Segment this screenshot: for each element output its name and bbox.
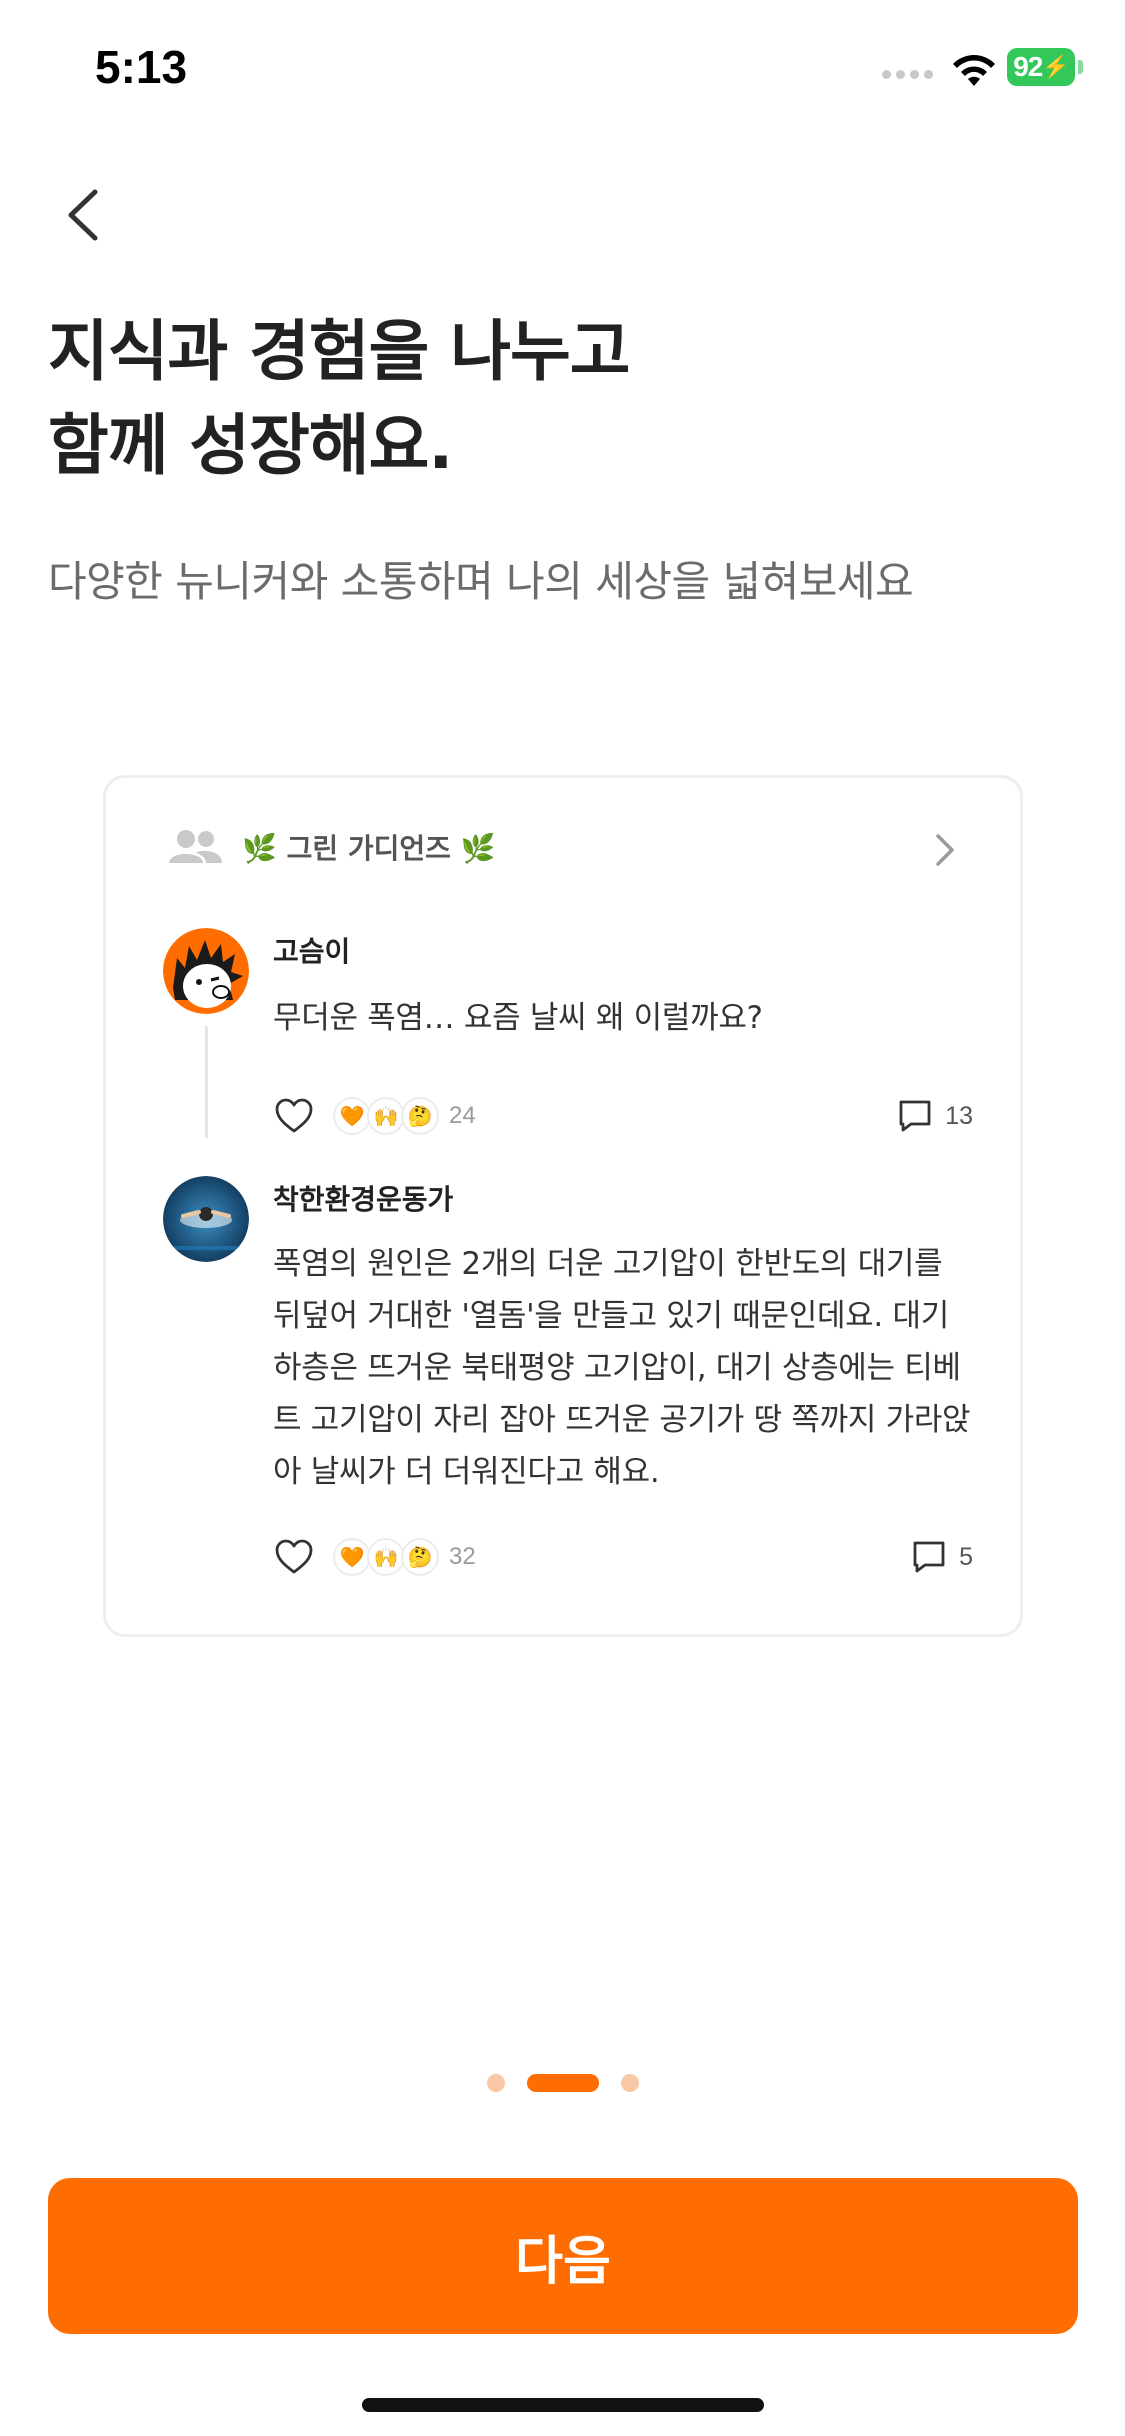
reaction-emoji: 🧡 bbox=[333, 1538, 371, 1576]
heart-icon[interactable] bbox=[273, 1537, 315, 1577]
page-dot-active bbox=[526, 2074, 599, 2092]
comment-button[interactable]: 13 bbox=[897, 1098, 973, 1134]
page-dot bbox=[486, 2074, 505, 2092]
hedgehog-avatar-icon bbox=[163, 928, 249, 1014]
reaction-emoji: 🤔 bbox=[401, 1538, 439, 1576]
cellular-signal-icon bbox=[882, 70, 933, 79]
page-title: 지식과 경험을 나누고 함께 성장해요. bbox=[48, 305, 1048, 493]
page-title-line-1: 지식과 경험을 나누고 bbox=[48, 313, 630, 390]
post-actions: 🧡 🙌 🤔 24 13 bbox=[273, 1092, 973, 1140]
reaction-emoji: 🙌 bbox=[367, 1538, 405, 1576]
thread-line bbox=[205, 1026, 208, 1138]
page-indicator bbox=[0, 2074, 1125, 2092]
avatar[interactable] bbox=[163, 928, 249, 1014]
comment-count: 5 bbox=[959, 1542, 973, 1571]
post-text: 폭염의 원인은 2개의 더운 고기압이 한반도의 대기를 뒤덮어 거대한 '열돔… bbox=[273, 1246, 971, 1490]
battery-cap bbox=[1078, 60, 1083, 74]
group-people-icon bbox=[169, 830, 222, 863]
page-dot bbox=[620, 2074, 639, 2092]
next-button[interactable]: 다음 bbox=[48, 2178, 1078, 2334]
home-indicator[interactable] bbox=[362, 2398, 764, 2412]
comment-icon bbox=[913, 1541, 945, 1573]
reaction-count: 32 bbox=[449, 1543, 476, 1570]
reaction-stack[interactable]: 🧡 🙌 🤔 32 bbox=[333, 1538, 476, 1576]
community-preview-card: 🌿 그린 가디언즈 🌿 고슴이 무더운 폭염… 요즘 날씨 왜 이럴까요? 🧡 … bbox=[103, 775, 1023, 1637]
comment-button[interactable]: 5 bbox=[911, 1539, 973, 1575]
reaction-emoji: 🧡 bbox=[333, 1097, 371, 1135]
group-name: 🌿 그린 가디언즈 🌿 bbox=[242, 832, 496, 865]
post-author: 고슴이 bbox=[273, 935, 351, 968]
heart-icon[interactable] bbox=[273, 1096, 315, 1136]
onboarding-screen: 5:13 92 ⚡ 지식과 경험을 나누고 함께 성장해요. 다양한 뉴니커와 소… bbox=[0, 0, 1125, 2436]
group-header[interactable]: 🌿 그린 가디언즈 🌿 bbox=[166, 822, 502, 872]
reaction-emoji: 🙌 bbox=[367, 1097, 405, 1135]
battery-level: 92 bbox=[1013, 51, 1043, 82]
back-chevron-icon[interactable] bbox=[55, 180, 115, 250]
page-subtitle: 다양한 뉴니커와 소통하며 나의 세상을 넓혀보세요 bbox=[48, 557, 914, 606]
status-time: 5:13 bbox=[95, 41, 188, 93]
chevron-right-icon[interactable] bbox=[930, 830, 960, 870]
battery-indicator: 92 ⚡ bbox=[1007, 48, 1075, 86]
post-actions: 🧡 🙌 🤔 32 5 bbox=[273, 1533, 973, 1581]
post-text: 무더운 폭염… 요즘 날씨 왜 이럴까요? bbox=[273, 1000, 763, 1036]
reaction-count: 24 bbox=[449, 1102, 476, 1129]
post-author: 착한환경운동가 bbox=[273, 1183, 454, 1216]
page-title-line-2: 함께 성장해요. bbox=[48, 407, 453, 484]
comment-icon bbox=[899, 1100, 931, 1132]
reaction-emoji: 🤔 bbox=[401, 1097, 439, 1135]
reaction-stack[interactable]: 🧡 🙌 🤔 24 bbox=[333, 1097, 476, 1135]
swimmer-avatar-icon bbox=[163, 1176, 249, 1262]
wifi-icon bbox=[953, 55, 995, 86]
avatar[interactable] bbox=[163, 1176, 249, 1262]
comment-count: 13 bbox=[945, 1101, 973, 1130]
